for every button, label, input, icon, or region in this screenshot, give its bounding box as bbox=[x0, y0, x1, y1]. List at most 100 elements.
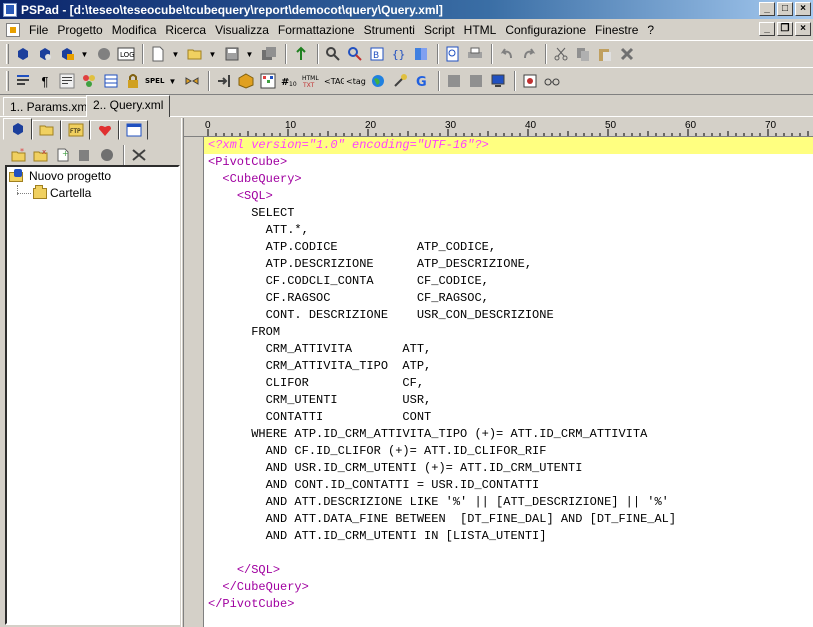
menu-finestre[interactable]: Finestre bbox=[592, 23, 644, 37]
menu-help[interactable]: ? bbox=[644, 23, 660, 37]
tools-cross-icon[interactable] bbox=[129, 145, 149, 165]
save-all-icon[interactable] bbox=[259, 44, 279, 64]
menu-strumenti[interactable]: Strumenti bbox=[361, 23, 421, 37]
find-icon[interactable] bbox=[323, 44, 343, 64]
code-line[interactable] bbox=[204, 545, 813, 562]
google-icon[interactable]: G bbox=[412, 71, 432, 91]
new-file-icon[interactable] bbox=[148, 44, 168, 64]
code-line[interactable]: AND ATT.DATA_FINE BETWEEN [DT_FINE_DAL] … bbox=[204, 511, 813, 528]
log-icon[interactable]: LOG bbox=[116, 44, 136, 64]
code-line[interactable]: </CubeQuery> bbox=[204, 579, 813, 596]
brackets-icon[interactable]: {} bbox=[389, 44, 409, 64]
maximize-button[interactable]: □ bbox=[777, 2, 793, 16]
close-button[interactable]: × bbox=[795, 2, 811, 16]
pspad-app-icon[interactable] bbox=[3, 2, 17, 17]
print-icon[interactable] bbox=[465, 44, 485, 64]
book-icon[interactable] bbox=[411, 44, 431, 64]
tag-icon[interactable]: <TAG bbox=[324, 71, 344, 91]
code-line[interactable]: CRM_ATTIVITA_TIPO ATP, bbox=[204, 358, 813, 375]
delete-folder-icon[interactable]: x bbox=[31, 145, 51, 165]
open-project-icon[interactable] bbox=[35, 44, 55, 64]
mdi-minimize-button[interactable]: _ bbox=[759, 22, 775, 36]
close-project-icon[interactable] bbox=[94, 44, 114, 64]
minimize-button[interactable]: _ bbox=[759, 2, 775, 16]
new-dropdown-icon[interactable]: ▼ bbox=[170, 44, 181, 64]
wrap-icon[interactable] bbox=[57, 71, 77, 91]
windows-tab-icon[interactable] bbox=[119, 120, 148, 140]
tab-params[interactable]: 1.. Params.xml bbox=[3, 97, 98, 116]
delete-icon[interactable] bbox=[617, 44, 637, 64]
replace-icon[interactable] bbox=[345, 44, 365, 64]
line-gutter[interactable] bbox=[184, 137, 204, 627]
folder-tab-icon[interactable] bbox=[32, 120, 61, 140]
code-line[interactable]: CRM_ATTIVITA ATT, bbox=[204, 341, 813, 358]
open-dropdown-icon[interactable]: ▼ bbox=[207, 44, 218, 64]
spell-dropdown-icon[interactable]: ▼ bbox=[167, 71, 178, 91]
tag-small-icon[interactable]: <tag bbox=[346, 71, 366, 91]
lock-icon[interactable] bbox=[123, 71, 143, 91]
code-line[interactable]: WHERE ATP.ID_CRM_ATTIVITA_TIPO (+)= ATT.… bbox=[204, 426, 813, 443]
block1-icon[interactable] bbox=[444, 71, 464, 91]
code-line[interactable]: <SQL> bbox=[204, 188, 813, 205]
paste-icon[interactable] bbox=[595, 44, 615, 64]
code-line[interactable]: CF.RAGSOC CF_RAGSOC, bbox=[204, 290, 813, 307]
redo-icon[interactable] bbox=[519, 44, 539, 64]
spell-icon[interactable]: SPELL bbox=[145, 71, 165, 91]
format-icon[interactable] bbox=[13, 71, 33, 91]
add-file-icon[interactable]: + bbox=[53, 145, 73, 165]
hash-icon[interactable]: #10 bbox=[280, 71, 300, 91]
project-tab-icon[interactable] bbox=[3, 118, 32, 140]
code-line[interactable]: </PivotCube> bbox=[204, 596, 813, 613]
toolbar-grip[interactable] bbox=[6, 44, 9, 64]
code-line[interactable]: AND ATT.ID_CRM_UTENTI IN [LISTA_UTENTI] bbox=[204, 528, 813, 545]
tools-icon[interactable] bbox=[390, 71, 410, 91]
code-line[interactable]: AND CF.ID_CLIFOR (+)= ATT.ID_CLIFOR_RIF bbox=[204, 443, 813, 460]
ftp-tab-icon[interactable]: FTP bbox=[61, 120, 90, 140]
new-folder-icon[interactable]: * bbox=[9, 145, 29, 165]
indent-icon[interactable] bbox=[214, 71, 234, 91]
save-dropdown-icon[interactable]: ▼ bbox=[244, 44, 255, 64]
menu-configurazione[interactable]: Configurazione bbox=[502, 23, 592, 37]
code-line[interactable]: </SQL> bbox=[204, 562, 813, 579]
code-line[interactable]: ATP.CODICE ATP_CODICE, bbox=[204, 239, 813, 256]
toolbar-grip[interactable] bbox=[6, 71, 9, 91]
favorites-tab-icon[interactable] bbox=[90, 120, 119, 140]
code-line[interactable]: <CubeQuery> bbox=[204, 171, 813, 188]
code-line[interactable]: CF.CODCLI_CONTA CF_CODICE, bbox=[204, 273, 813, 290]
menu-html[interactable]: HTML bbox=[461, 23, 503, 37]
mdi-restore-button[interactable]: ❐ bbox=[777, 22, 793, 36]
code-line[interactable]: CONT. DESCRIZIONE USR_CON_DESCRIZIONE bbox=[204, 307, 813, 324]
menu-progetto[interactable]: Progetto bbox=[54, 23, 108, 37]
save-file-icon[interactable] bbox=[222, 44, 242, 64]
html-text-icon[interactable]: HTML TXT bbox=[302, 71, 322, 91]
settings-icon[interactable] bbox=[97, 145, 117, 165]
color-icon[interactable] bbox=[79, 71, 99, 91]
open-file-icon[interactable] bbox=[185, 44, 205, 64]
menu-ricerca[interactable]: Ricerca bbox=[162, 23, 212, 37]
record-icon[interactable] bbox=[520, 71, 540, 91]
glasses-icon[interactable] bbox=[542, 71, 562, 91]
package-icon[interactable] bbox=[236, 71, 256, 91]
code-line[interactable]: <?xml version="1.0" encoding="UTF-16"?> bbox=[204, 137, 813, 154]
bookmark-icon[interactable]: B bbox=[367, 44, 387, 64]
copy-icon[interactable] bbox=[573, 44, 593, 64]
tree-item-cartella[interactable]: Cartella bbox=[33, 184, 91, 200]
pilcrow-icon[interactable]: ¶ bbox=[35, 71, 55, 91]
code-line[interactable]: CLIFOR CF, bbox=[204, 375, 813, 392]
globe-icon[interactable] bbox=[368, 71, 388, 91]
link-icon[interactable] bbox=[182, 71, 202, 91]
code-line[interactable]: AND USR.ID_CRM_UTENTI (+)= ATT.ID_CRM_UT… bbox=[204, 460, 813, 477]
spellcheck-icon[interactable] bbox=[291, 44, 311, 64]
menu-file[interactable]: File bbox=[26, 23, 54, 37]
tab-query[interactable]: 2.. Query.xml bbox=[86, 95, 171, 117]
code-line[interactable]: ATT.*, bbox=[204, 222, 813, 239]
code-line[interactable]: AND CONT.ID_CONTATTI = USR.ID_CONTATTI bbox=[204, 477, 813, 494]
mdi-close-button[interactable]: × bbox=[795, 22, 811, 36]
code-editor[interactable]: <?xml version="1.0" encoding="UTF-16"?> <… bbox=[204, 137, 813, 627]
code-line[interactable]: AND ATT.DESCRIZIONE LIKE '%' || [ATT_DES… bbox=[204, 494, 813, 511]
remove-file-icon[interactable] bbox=[75, 145, 95, 165]
preview-icon[interactable] bbox=[443, 44, 463, 64]
block2-icon[interactable] bbox=[466, 71, 486, 91]
tree-item-project[interactable]: Nuovo progetto bbox=[9, 169, 111, 183]
document-icon[interactable] bbox=[6, 22, 20, 37]
